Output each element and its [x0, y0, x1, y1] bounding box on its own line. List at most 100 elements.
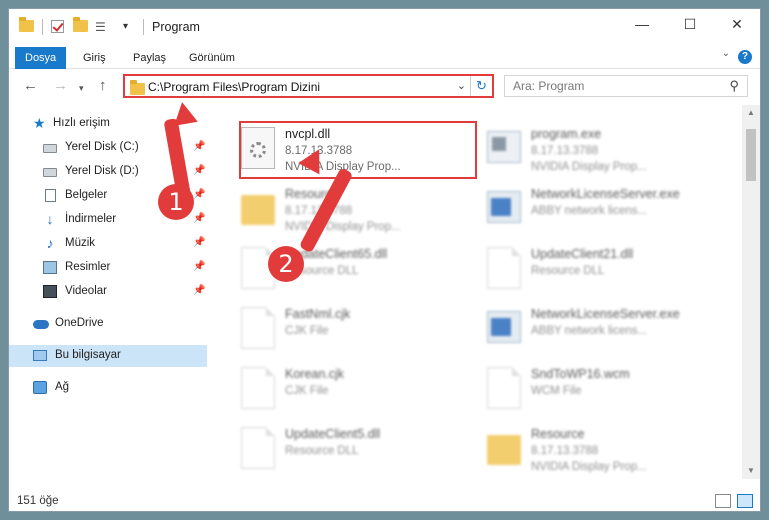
address-bar[interactable]: C:\Program Files\Program Dizini ⌄ ↻	[123, 74, 494, 98]
address-path: C:\Program Files\Program Dizini	[148, 80, 321, 94]
file-name: program.exe	[531, 127, 602, 141]
up-arrow-icon[interactable]: ↑	[99, 78, 107, 93]
properties-icon[interactable]	[51, 20, 65, 34]
chevron-down-icon[interactable]: ▾	[123, 20, 137, 34]
file-icon	[241, 427, 275, 469]
sidebar-item-label: Bu bilgisayar	[55, 349, 121, 361]
title-bar: ☰ ▾ Program — ☐ ✕	[9, 9, 760, 45]
vertical-scrollbar[interactable]: ▲ ▼	[742, 105, 760, 479]
customize-toolbar-icon[interactable]: ☰	[95, 20, 109, 34]
file-icon	[241, 307, 275, 349]
sidebar-item-label: OneDrive	[55, 317, 104, 329]
file-icon	[487, 247, 521, 289]
forward-arrow-icon[interactable]: →	[53, 78, 68, 93]
help-button[interactable]: ?	[738, 50, 752, 64]
window-title: Program	[152, 20, 200, 34]
explorer-window: ☰ ▾ Program — ☐ ✕ Dosya Giriş Paylaş Gör…	[8, 8, 761, 512]
sidebar-item-label: Yerel Disk (D:)	[65, 165, 139, 177]
sidebar-item-label: Resimler	[65, 261, 111, 273]
scroll-down-icon[interactable]: ▼	[742, 463, 760, 479]
computer-icon	[33, 350, 47, 361]
file-name: UpdateClient21.dll	[531, 247, 634, 261]
annotation-arrowhead-1	[170, 100, 198, 126]
pin-icon[interactable]: 📌	[193, 165, 205, 176]
file-description: CJK File	[285, 385, 329, 397]
disk-icon	[43, 168, 57, 177]
details-view-icon[interactable]	[715, 494, 731, 508]
highlight-box-nvcpl	[239, 121, 477, 179]
minimize-button[interactable]: —	[619, 9, 665, 39]
sidebar-item-this-pc[interactable]: Bu bilgisayar	[9, 345, 207, 367]
chevron-down-icon[interactable]: ⌄	[457, 79, 466, 92]
separator	[143, 19, 144, 35]
sidebar-item-videos[interactable]: Videolar 📌	[9, 281, 207, 303]
close-button[interactable]: ✕	[714, 9, 760, 39]
expand-ribbon-icon[interactable]: ⌄	[722, 48, 730, 59]
maximize-button[interactable]: ☐	[667, 9, 713, 39]
search-input[interactable]: Ara: Program ⚲	[504, 75, 748, 97]
pin-icon[interactable]: 📌	[193, 141, 205, 152]
tab-view[interactable]: Görünüm	[179, 47, 245, 69]
back-arrow-icon[interactable]: ←	[23, 78, 38, 93]
sidebar-item-label: Ağ	[55, 381, 70, 393]
file-description: Resource DLL	[531, 265, 605, 277]
file-item[interactable]: NetworkLicenseServer.exe ABBY network li…	[481, 301, 729, 359]
file-version: 8.17.13.3788	[531, 445, 599, 457]
sidebar-item-label: İndirmeler	[65, 213, 117, 225]
file-item[interactable]: program.exe 8.17.13.3788 NVIDIA Display …	[481, 121, 729, 179]
navigation-bar: ← → ▾ ↑ C:\Program Files\Program Dizini …	[9, 70, 760, 102]
sidebar-item-label: Yerel Disk (C:)	[65, 141, 139, 153]
file-icon	[487, 367, 521, 409]
tiles-view-icon[interactable]	[737, 494, 753, 508]
recent-locations-chevron-icon[interactable]: ▾	[79, 81, 84, 96]
pin-icon[interactable]: 📌	[193, 189, 205, 200]
ribbon-tabs: Dosya Giriş Paylaş Görünüm ⌄ ?	[9, 45, 760, 69]
document-icon	[45, 189, 56, 202]
file-item[interactable]: UpdateClient5.dll Resource DLL	[235, 421, 483, 479]
pin-icon[interactable]: 📌	[193, 213, 205, 224]
disk-icon	[43, 144, 57, 153]
file-name: NetworkLicenseServer.exe	[531, 187, 680, 201]
file-list: nvcpl.dll 8.17.13.3788 NVIDIA Display Pr…	[207, 105, 742, 479]
sidebar-item-label: Müzik	[65, 237, 96, 249]
file-item[interactable]: SndToWP16.wcm WCM File	[481, 361, 729, 419]
file-item[interactable]: UpdateClient21.dll Resource DLL	[481, 241, 729, 299]
refresh-icon[interactable]: ↻	[470, 76, 492, 96]
scroll-up-icon[interactable]: ▲	[742, 105, 760, 121]
file-item[interactable]: Korean.cjk CJK File	[235, 361, 483, 419]
annotation-badge-2: 2	[268, 246, 304, 282]
tab-home[interactable]: Giriş	[73, 47, 116, 69]
videos-icon	[43, 285, 57, 298]
search-placeholder: Ara: Program	[513, 79, 585, 93]
file-item[interactable]: Resource 8.17.13.3788 NVIDIA Display Pro…	[235, 181, 483, 239]
file-item[interactable]: FastNml.cjk CJK File	[235, 301, 483, 359]
file-item[interactable]: Resource 8.17.13.3788 NVIDIA Display Pro…	[481, 421, 729, 479]
separator	[42, 19, 43, 35]
tab-share[interactable]: Paylaş	[123, 47, 176, 69]
sidebar-item-pictures[interactable]: Resimler 📌	[9, 257, 207, 279]
folder-icon	[241, 195, 275, 225]
sidebar-item-music[interactable]: ♪ Müzik 📌	[9, 233, 207, 255]
new-folder-icon[interactable]	[73, 17, 88, 34]
tab-file[interactable]: Dosya	[15, 47, 67, 69]
search-icon: ⚲	[729, 78, 739, 93]
file-icon	[241, 367, 275, 409]
file-description: Resource DLL	[285, 445, 359, 457]
network-icon	[33, 381, 47, 394]
sidebar-item-onedrive[interactable]: OneDrive	[9, 313, 207, 335]
pin-icon[interactable]: 📌	[193, 261, 205, 272]
file-item[interactable]: NetworkLicenseServer.exe ABBY network li…	[481, 181, 729, 239]
status-bar: 151 öğe	[9, 491, 760, 511]
file-name: NetworkLicenseServer.exe	[531, 307, 680, 321]
exe-icon	[487, 131, 521, 163]
folder-icon	[19, 17, 34, 34]
pin-icon[interactable]: 📌	[193, 237, 205, 248]
folder-icon	[487, 435, 521, 465]
scroll-thumb[interactable]	[746, 129, 756, 181]
pin-icon[interactable]: 📌	[193, 285, 205, 296]
pictures-icon	[43, 261, 57, 274]
file-description: CJK File	[285, 325, 329, 337]
file-description: NVIDIA Display Prop...	[531, 461, 647, 473]
sidebar-item-network[interactable]: Ağ	[9, 377, 207, 399]
onedrive-icon	[33, 320, 49, 329]
